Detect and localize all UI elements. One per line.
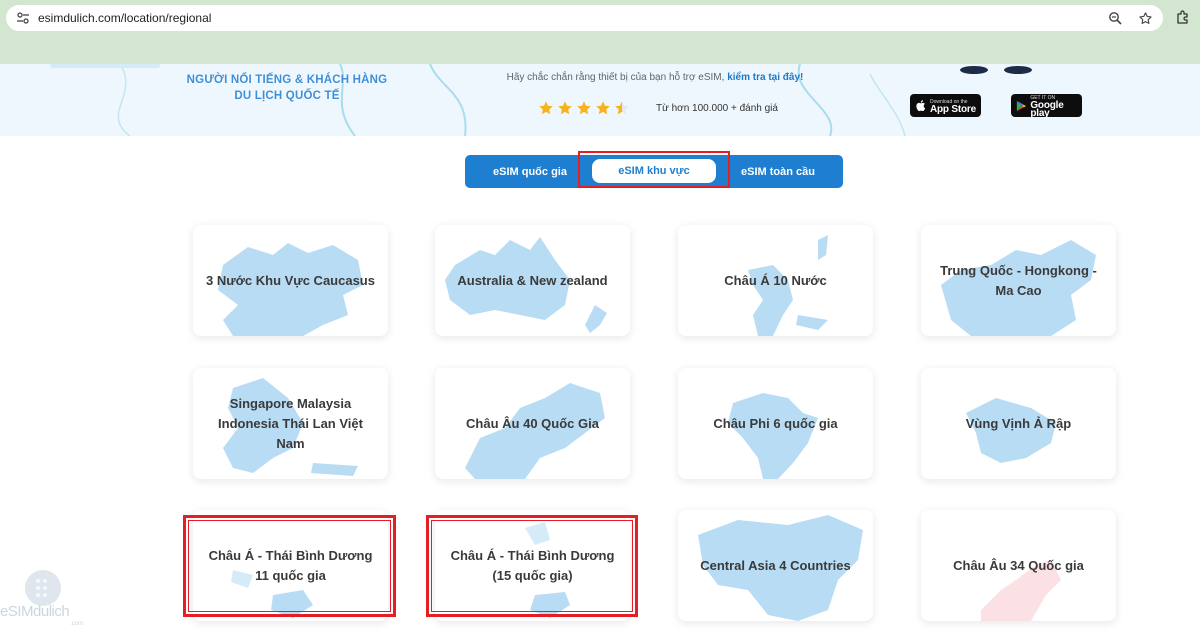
region-card-chau-a-thai-binh-duong-11[interactable]: Châu Á - Thái Bình Dương 11 quốc gia xyxy=(193,510,388,621)
region-card-chau-a-10-nuoc[interactable]: Châu Á 10 Nước xyxy=(678,225,873,336)
zoom-icon[interactable] xyxy=(1105,8,1125,28)
google-play-icon xyxy=(1016,100,1026,111)
star-icon xyxy=(558,101,572,115)
region-card-chau-a-thai-binh-duong-15[interactable]: Châu Á - Thái Bình Dương (15 quốc gia) xyxy=(435,510,630,621)
region-card-label: Trung Quốc - Hongkong - Ma Cao xyxy=(940,262,1097,298)
region-card-label: Châu Á 10 Nước xyxy=(724,272,827,288)
address-bar[interactable]: esimdulich.com/location/regional xyxy=(6,5,1163,31)
region-card-label: Châu Á - Thái Bình Dương 11 quốc gia xyxy=(208,547,373,583)
region-card-chau-au-40-quoc-gia[interactable]: Châu Âu 40 Quốc Gia xyxy=(435,368,630,479)
rating: Từ hơn 100.000 + đánh giá xyxy=(538,100,778,116)
hero-left-line1: NGƯỜI NỔI TIẾNG & KHÁCH HÀNG xyxy=(186,74,388,86)
check-compatibility-link[interactable]: kiểm tra tại đây! xyxy=(727,72,803,83)
rating-text: Từ hơn 100.000 + đánh giá xyxy=(656,102,778,114)
tab-esim-quoc-gia[interactable]: eSIM quốc gia xyxy=(477,155,583,188)
hero-center: Hãy chắc chắn rằng thiết bị của bạn hỗ t… xyxy=(450,72,860,83)
region-card-central-asia-4[interactable]: Central Asia 4 Countries xyxy=(678,510,873,621)
region-card-label: Châu Âu 34 Quốc gia xyxy=(953,557,1084,573)
region-card-label: Australia & New zealand xyxy=(457,272,608,288)
watermark-suffix: .com xyxy=(70,621,84,627)
region-card-caucasus[interactable]: 3 Nước Khu Vực Caucasus xyxy=(193,225,388,336)
url-text[interactable]: esimdulich.com/location/regional xyxy=(38,11,211,25)
region-card-label: Singapore Malaysia Indonesia Thái Lan Vi… xyxy=(218,395,363,451)
region-card-label: Vùng Vịnh Ả Rập xyxy=(965,415,1072,431)
tab-esim-khu-vuc[interactable]: eSIM khu vực xyxy=(592,159,716,183)
region-card-label: Châu Á - Thái Bình Dương (15 quốc gia) xyxy=(450,547,615,583)
star-icon xyxy=(577,101,591,115)
region-card-chau-au-34-quoc-gia[interactable]: Châu Âu 34 Quốc gia xyxy=(921,510,1116,621)
star-icon xyxy=(596,101,610,115)
region-card-trung-quoc-hongkong-macao[interactable]: Trung Quốc - Hongkong - Ma Cao xyxy=(921,225,1116,336)
extensions-icon[interactable] xyxy=(1172,7,1194,29)
google-play-badge[interactable]: GET IT ON Google play xyxy=(1011,94,1082,119)
esim-type-tabs: eSIM quốc gia eSIM khu vực eSIM toàn cầu xyxy=(465,155,843,188)
browser-toolbar: esimdulich.com/location/regional xyxy=(0,0,1200,64)
hero-subtitle-text: Hãy chắc chắn rằng thiết bị của bạn hỗ t… xyxy=(506,72,725,83)
star-rating xyxy=(538,100,630,116)
tab-esim-toan-cau[interactable]: eSIM toàn cầu xyxy=(727,155,829,188)
watermark-text: eSIMdulich xyxy=(0,603,70,620)
region-card-label: Central Asia 4 Countries xyxy=(700,557,851,573)
site-settings-icon[interactable] xyxy=(10,5,36,31)
hero-left-line2: DU LỊCH QUỐC TẾ xyxy=(234,90,340,102)
region-card-label: Châu Âu 40 Quốc Gia xyxy=(466,415,599,431)
google-play-big-text: Google play xyxy=(1030,99,1064,119)
hero-left-text: NGƯỜI NỔI TIẾNG & KHÁCH HÀNG DU LỊCH QUỐ… xyxy=(182,64,392,104)
half-star-icon xyxy=(615,101,629,115)
apple-icon xyxy=(916,100,926,112)
hero-banner: NGƯỜI NỔI TIẾNG & KHÁCH HÀNG DU LỊCH QUỐ… xyxy=(0,64,1200,136)
region-card-label: 3 Nước Khu Vực Caucasus xyxy=(206,272,375,288)
hero-subtitle: Hãy chắc chắn rằng thiết bị của bạn hỗ t… xyxy=(450,72,860,83)
bookmark-star-icon[interactable] xyxy=(1135,8,1155,28)
star-icon xyxy=(539,101,553,115)
region-card-label: Châu Phi 6 quốc gia xyxy=(713,415,838,431)
site-watermark: eSIMdulich .com xyxy=(0,565,92,630)
hero-number-graphic xyxy=(50,64,160,68)
hero-deco-illustration xyxy=(956,64,1036,74)
region-card-vung-vinh-a-rap[interactable]: Vùng Vịnh Ả Rập xyxy=(921,368,1116,479)
app-store-big-text: App Store xyxy=(930,103,976,115)
watermark-logo-icon xyxy=(25,570,61,606)
region-card-chau-phi-6-quoc-gia[interactable]: Châu Phi 6 quốc gia xyxy=(678,368,873,479)
region-card-australia-new-zealand[interactable]: Australia & New zealand xyxy=(435,225,630,336)
app-store-badge[interactable]: Download on the App Store xyxy=(910,94,981,117)
region-card-singapore-malaysia-indonesia[interactable]: Singapore Malaysia Indonesia Thái Lan Vi… xyxy=(193,368,388,479)
